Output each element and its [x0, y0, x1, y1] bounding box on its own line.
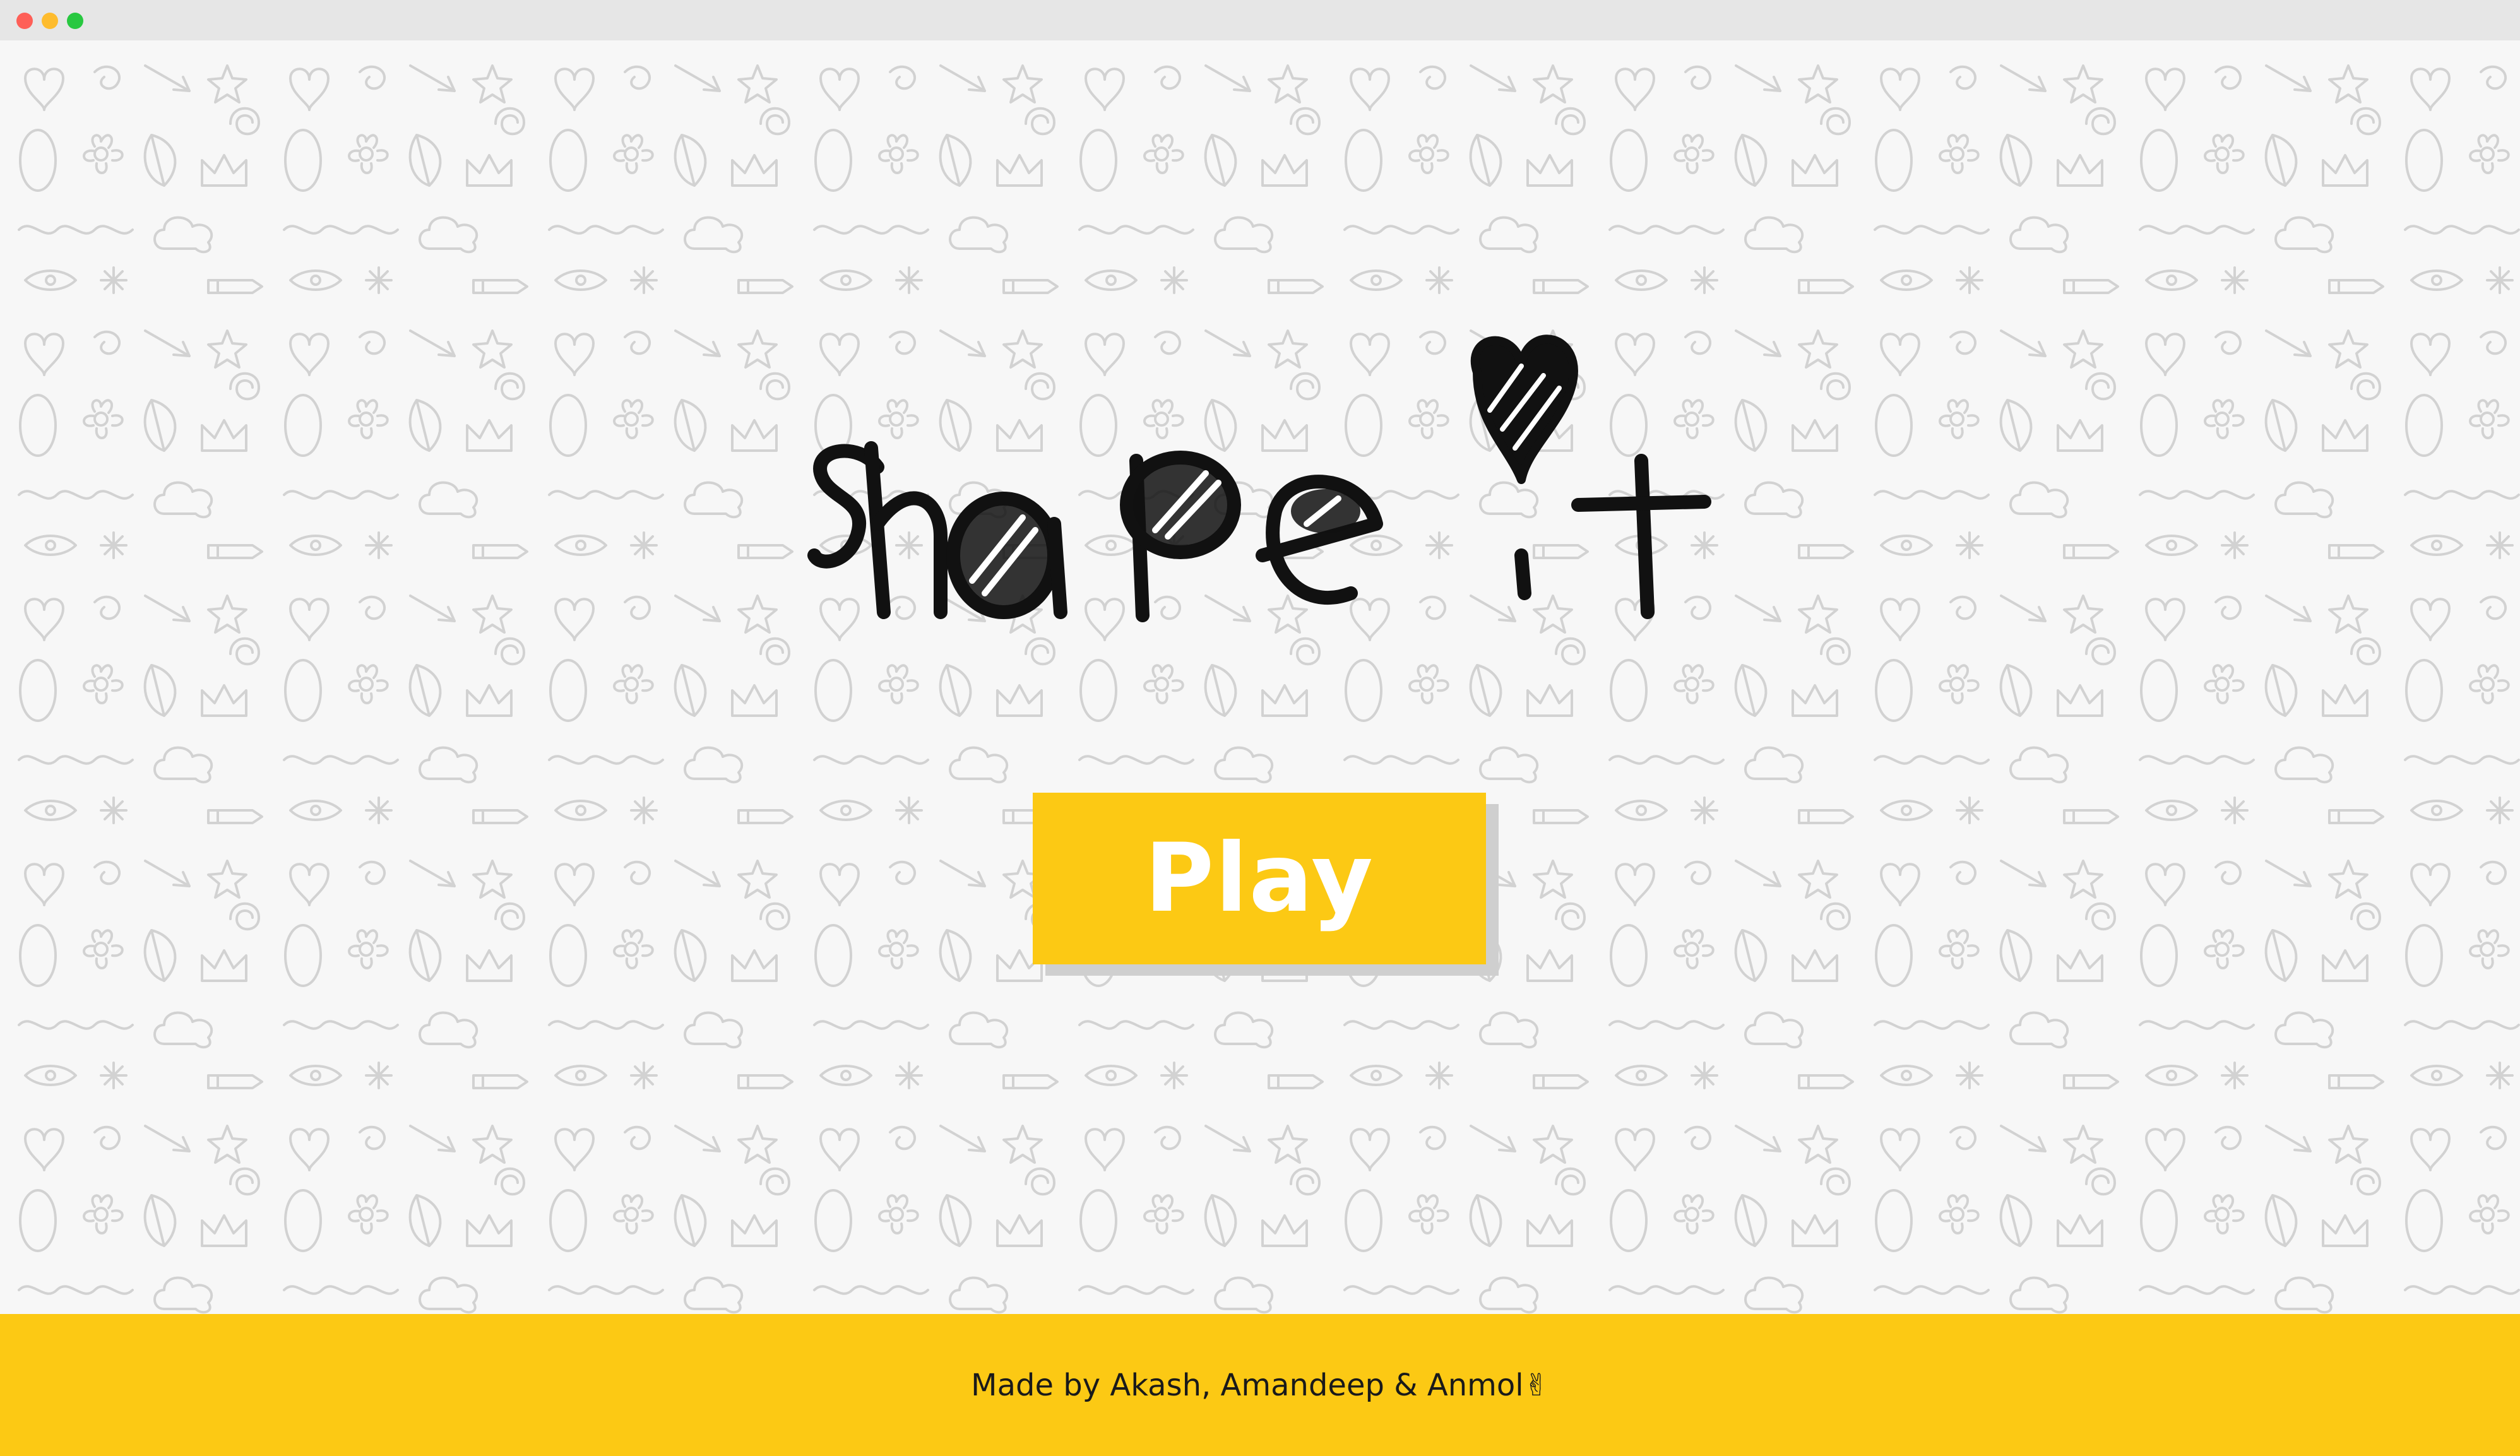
heart-icon	[1470, 334, 1578, 484]
footer: Made by Akash, Amandeep & Anmol✌	[0, 1314, 2520, 1456]
game-logo	[795, 316, 1730, 644]
footer-credit: Made by Akash, Amandeep & Anmol✌	[971, 1367, 1549, 1403]
play-button[interactable]: Play	[1033, 793, 1486, 964]
app-window: Play Made by Akash, Amandeep & Anmol✌	[0, 0, 2520, 1456]
maximize-icon[interactable]	[67, 13, 83, 29]
minimize-icon[interactable]	[42, 13, 58, 29]
close-icon[interactable]	[16, 13, 33, 29]
window-titlebar	[0, 0, 2520, 41]
doodle-background	[0, 40, 2520, 1314]
